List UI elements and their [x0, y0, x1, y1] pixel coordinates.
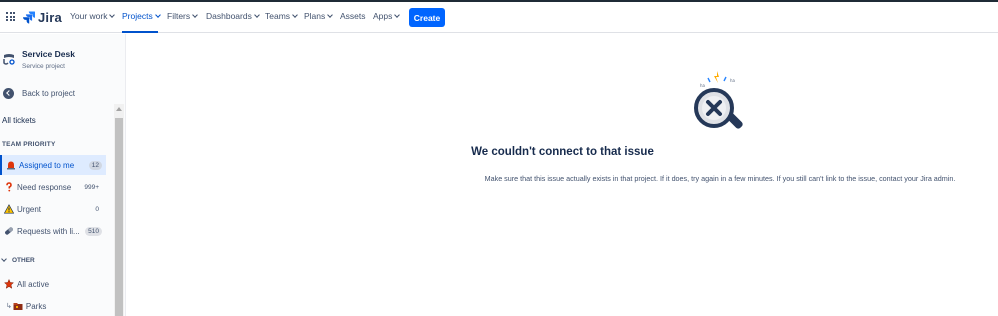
magnifier-error-icon: ha ha: [694, 71, 743, 129]
svg-text:ha: ha: [700, 83, 706, 88]
pill-icon: [4, 226, 14, 236]
back-arrow-icon: [3, 87, 14, 99]
queue-label: Assigned to me: [19, 160, 75, 170]
nav-your-work-label: Your work: [70, 11, 108, 21]
chevron-down-icon: [394, 12, 401, 18]
nav-filters[interactable]: Filters: [167, 11, 198, 21]
project-avatar-icon: [3, 54, 15, 65]
jira-logo[interactable]: Jira: [23, 9, 62, 25]
nav-plans[interactable]: Plans: [304, 11, 334, 21]
queue-need-response[interactable]: Need response 999+: [0, 177, 106, 197]
chevron-down-icon: [192, 12, 198, 18]
other-heading: OTHER: [12, 257, 35, 264]
project-type: Service project: [22, 63, 65, 70]
other-section-toggle[interactable]: OTHER: [1, 256, 35, 264]
tree-branch-icon: ↳: [6, 303, 12, 310]
queue-assigned-to-me[interactable]: Assigned to me 12: [0, 155, 106, 175]
main-content: ha ha We couldn't connect to that issue …: [127, 34, 998, 316]
queue-count: 12: [88, 160, 102, 170]
all-tickets-link[interactable]: All tickets: [2, 116, 36, 125]
queue-label: Need response: [17, 182, 72, 192]
warning-icon: [4, 204, 14, 214]
queue-parks[interactable]: ↳ Parks: [0, 298, 46, 314]
queue-label: Parks: [25, 301, 47, 311]
queue-urgent[interactable]: Urgent 0: [0, 199, 106, 219]
sidebar: Service Desk Service project Back to pro…: [0, 34, 126, 316]
app-switcher-icon[interactable]: [6, 12, 15, 21]
chevron-down-icon: [1, 256, 7, 262]
star-icon: [4, 279, 14, 289]
top-navigation: Jira Your work Projects Filters Dashboar…: [0, 2, 998, 33]
jira-logo-icon: [23, 11, 35, 23]
nav-projects[interactable]: Projects: [122, 11, 161, 21]
nav-dashboards-label: Dashboards: [206, 11, 252, 21]
nav-assets[interactable]: Assets: [340, 11, 366, 21]
nav-plans-label: Plans: [304, 11, 326, 21]
question-icon: [4, 182, 14, 192]
chevron-down-icon: [254, 12, 260, 18]
nav-dashboards[interactable]: Dashboards: [206, 11, 260, 21]
error-message: Make sure that this issue actually exist…: [484, 174, 956, 183]
queue-count: 0: [95, 205, 99, 213]
chevron-down-icon: [327, 12, 334, 18]
folder-icon: [13, 301, 23, 311]
queue-requests-with-li[interactable]: Requests with li... 510: [0, 221, 106, 241]
alarm-icon: [6, 160, 16, 170]
queue-label: Requests with li...: [17, 226, 80, 236]
back-to-project-label: Back to project: [22, 88, 75, 98]
create-button[interactable]: Create: [409, 8, 445, 27]
queue-all-active[interactable]: All active: [0, 276, 49, 292]
nav-your-work[interactable]: Your work: [70, 11, 116, 21]
project-header[interactable]: Service Desk Service project: [0, 44, 114, 74]
error-title: We couldn't connect to that issue: [471, 146, 654, 158]
team-priority-heading: TEAM PRIORITY: [2, 141, 56, 148]
queue-label: Urgent: [17, 204, 42, 214]
nav-apps[interactable]: Apps: [373, 11, 401, 21]
queue-label: All active: [17, 279, 50, 289]
chevron-down-icon: [109, 12, 116, 18]
nav-assets-label: Assets: [340, 11, 366, 21]
scroll-up-arrow-icon[interactable]: [116, 107, 122, 111]
nav-teams-label: Teams: [265, 11, 291, 21]
sidebar-scrollbar[interactable]: [114, 104, 124, 316]
project-name: Service Desk: [22, 49, 75, 59]
queue-count: 999+: [84, 183, 99, 191]
nav-active-indicator: [122, 31, 158, 33]
chevron-down-icon: [292, 12, 298, 18]
scrollbar-thumb[interactable]: [115, 118, 123, 316]
queue-count: 510: [85, 226, 102, 236]
nav-filters-label: Filters: [167, 11, 191, 21]
nav-projects-label: Projects: [122, 11, 153, 21]
svg-text:ha: ha: [730, 78, 736, 83]
nav-teams[interactable]: Teams: [265, 11, 298, 21]
app-name: Jira: [38, 9, 62, 25]
nav-apps-label: Apps: [373, 11, 393, 21]
chevron-down-icon: [154, 12, 161, 18]
back-to-project-link[interactable]: Back to project: [0, 86, 75, 100]
